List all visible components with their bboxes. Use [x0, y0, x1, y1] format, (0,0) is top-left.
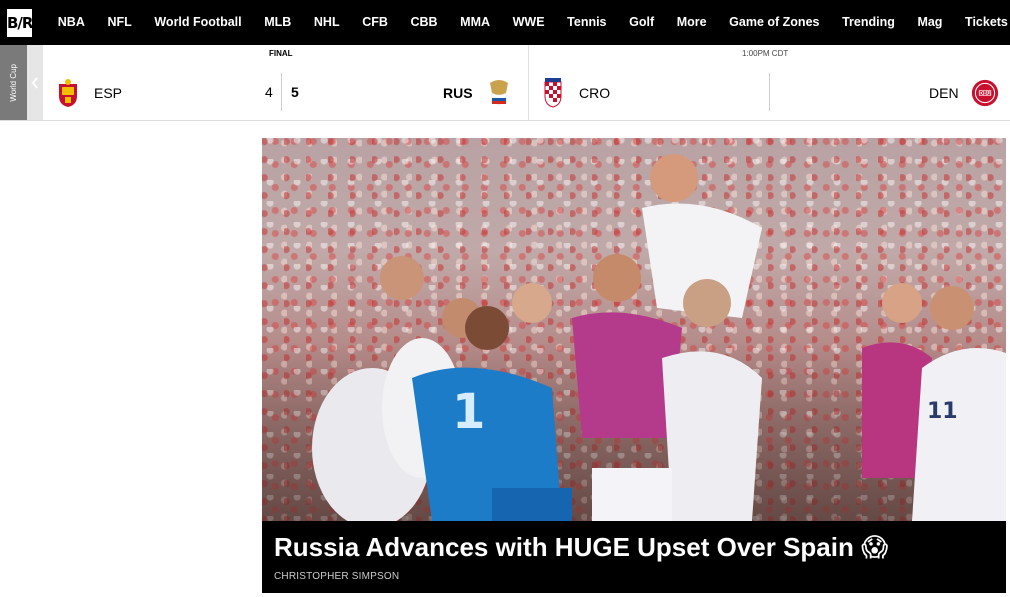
- russia-crest-icon: [485, 77, 513, 109]
- nav-item-world-football[interactable]: World Football: [143, 0, 253, 45]
- svg-text:1: 1: [452, 384, 485, 440]
- russia-team-celebrating-photo: 1 11: [262, 138, 1006, 521]
- league-tab-world-cup[interactable]: World Cup: [0, 45, 27, 120]
- top-nav: B/R NBA NFL World Football MLB NHL CFB C…: [0, 0, 1010, 45]
- svg-text:11: 11: [927, 399, 958, 424]
- article-headline[interactable]: Russia Advances with HUGE Upset Over Spa…: [274, 531, 994, 563]
- nav-item-wwe[interactable]: WWE: [501, 0, 556, 45]
- away-team: RUS: [443, 77, 513, 109]
- nav-item-nba[interactable]: NBA: [46, 0, 96, 45]
- home-score: 4: [265, 84, 273, 100]
- nav-item-mma[interactable]: MMA: [449, 0, 501, 45]
- scoreboard: World Cup FINAL ESP 4 5 RUS 1:00PM CDT C…: [0, 45, 1010, 121]
- away-team-abbr: DEN: [929, 85, 959, 101]
- nav-item-golf[interactable]: Golf: [618, 0, 666, 45]
- scoreboard-prev-button[interactable]: [27, 45, 43, 120]
- game-card-cro-den[interactable]: 1:00PM CDT CRO DEN DBU: [528, 45, 1010, 120]
- featured-article[interactable]: 1 11 Russia Advances with HUGE Upset Ove…: [262, 138, 1006, 593]
- home-team-abbr: CRO: [579, 85, 611, 101]
- away-team: DEN DBU: [929, 77, 999, 109]
- game-status: FINAL: [269, 49, 293, 58]
- spain-crest-icon: [54, 77, 82, 109]
- score-divider: [281, 73, 282, 111]
- nav-item-tennis[interactable]: Tennis: [556, 0, 618, 45]
- nav-list: NBA NFL World Football MLB NHL CFB CBB M…: [46, 0, 1010, 45]
- game-status: 1:00PM CDT: [742, 49, 789, 58]
- article-author[interactable]: CHRISTOPHER SIMPSON: [274, 571, 994, 582]
- br-logo[interactable]: B/R: [7, 8, 33, 37]
- nav-item-more[interactable]: More: [665, 0, 717, 45]
- nav-item-nhl[interactable]: NHL: [303, 0, 351, 45]
- nav-item-cfb[interactable]: CFB: [351, 0, 399, 45]
- denmark-crest-icon: DBU: [971, 77, 999, 109]
- chevron-left-icon: [31, 76, 38, 89]
- nav-item-mlb[interactable]: MLB: [253, 0, 303, 45]
- players-illustration: 1 11: [312, 154, 1006, 521]
- home-team: ESP: [54, 77, 122, 109]
- croatia-crest-icon: [539, 77, 567, 109]
- home-team-abbr: ESP: [94, 85, 123, 101]
- nav-item-cbb[interactable]: CBB: [399, 0, 449, 45]
- nav-item-trending[interactable]: Trending: [831, 0, 906, 45]
- away-team-abbr: RUS: [443, 85, 473, 101]
- nav-item-nfl[interactable]: NFL: [96, 0, 143, 45]
- nav-item-tickets[interactable]: Tickets: [954, 0, 1010, 45]
- svg-text:DBU: DBU: [979, 91, 991, 97]
- game-card-esp-rus[interactable]: FINAL ESP 4 5 RUS: [43, 45, 523, 120]
- away-score: 5: [291, 84, 299, 100]
- headline-box: Russia Advances with HUGE Upset Over Spa…: [262, 521, 1006, 593]
- league-label: World Cup: [9, 63, 18, 102]
- home-team: CRO: [539, 77, 610, 109]
- score-divider: [769, 73, 770, 111]
- nav-item-mag[interactable]: Mag: [906, 0, 954, 45]
- nav-item-game-of-zones[interactable]: Game of Zones: [718, 0, 831, 45]
- logo-text: B/R: [7, 13, 33, 32]
